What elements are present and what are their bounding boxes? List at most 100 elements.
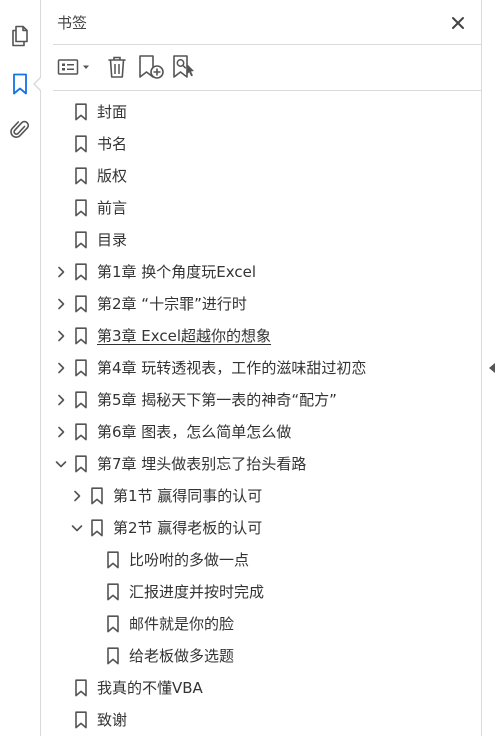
- bookmark-row[interactable]: 比吩咐的多做一点: [41, 544, 502, 576]
- toggle-spacer: [85, 648, 101, 664]
- options-list-icon: [57, 59, 89, 75]
- bookmark-label: 第2章 “十宗罪”进行时: [97, 295, 247, 313]
- active-pointer: [33, 76, 42, 92]
- delete-button[interactable]: [105, 54, 129, 80]
- collapse-panel-button[interactable]: [482, 0, 502, 736]
- bookmark-icon: [73, 263, 89, 281]
- triangle-left-icon: [489, 363, 495, 373]
- bookmark-label: 第3章 Excel超越你的想象: [97, 327, 272, 345]
- panel-title: 书签: [57, 14, 88, 32]
- bookmark-label: 目录: [97, 231, 128, 249]
- bookmark-icon: [73, 167, 89, 185]
- toolbar-divider: [53, 90, 481, 91]
- panel-header: 书签: [57, 12, 469, 34]
- bookmark-row[interactable]: 第7章 埋头做表别忘了抬头看路: [41, 448, 493, 480]
- options-button[interactable]: [57, 54, 93, 80]
- bookmark-label: 致谢: [97, 711, 128, 729]
- bookmark-icon: [73, 327, 89, 345]
- bookmark-row[interactable]: 我真的不懂VBA: [41, 672, 493, 704]
- toggle-spacer: [85, 584, 101, 600]
- bookmark-label: 第5章 揭秘天下第一表的神奇“配方”: [97, 391, 337, 409]
- bookmark-icon: [73, 391, 89, 409]
- pages-button[interactable]: [0, 18, 40, 54]
- bookmark-label: 版权: [97, 167, 128, 185]
- bookmarks-toolbar: [53, 50, 481, 84]
- bookmark-label: 第2节 赢得老板的认可: [113, 519, 263, 537]
- toggle-spacer: [85, 616, 101, 632]
- bookmark-label: 第6章 图表，怎么简单怎么做: [97, 423, 292, 441]
- bookmark-icon: [73, 711, 89, 729]
- bookmark-row[interactable]: 第2节 赢得老板的认可: [41, 512, 502, 544]
- bookmark-label: 前言: [97, 199, 128, 217]
- close-button[interactable]: [447, 12, 469, 34]
- bookmark-row[interactable]: 给老板做多选题: [41, 640, 502, 672]
- bookmark-icon: [13, 73, 27, 95]
- attachment-icon: [10, 120, 29, 138]
- bookmark-label: 我真的不懂VBA: [97, 679, 203, 697]
- bookmark-label: 给老板做多选题: [129, 647, 235, 665]
- toggle-spacer: [53, 200, 69, 216]
- bookmark-row[interactable]: 邮件就是你的脸: [41, 608, 502, 640]
- bookmark-icon: [73, 135, 89, 153]
- bookmark-icon: [73, 295, 89, 313]
- chevron-right-icon[interactable]: [53, 328, 69, 344]
- chevron-right-icon[interactable]: [69, 488, 85, 504]
- header-divider: [53, 44, 481, 45]
- bookmark-label: 比吩咐的多做一点: [129, 551, 250, 569]
- toggle-spacer: [53, 104, 69, 120]
- trash-icon: [108, 56, 126, 78]
- bookmark-icon: [89, 487, 105, 505]
- bookmark-icon: [89, 519, 105, 537]
- toggle-spacer: [53, 136, 69, 152]
- toggle-spacer: [53, 232, 69, 248]
- bookmark-row[interactable]: 第3章 Excel超越你的想象: [41, 320, 493, 352]
- bookmark-row[interactable]: 前言: [41, 192, 493, 224]
- new-bookmark-button[interactable]: [137, 54, 165, 80]
- bookmark-row[interactable]: 第2章 “十宗罪”进行时: [41, 288, 493, 320]
- bookmark-label: 封面: [97, 103, 128, 121]
- bookmark-row[interactable]: 封面: [41, 96, 493, 128]
- bookmark-icon: [73, 679, 89, 697]
- chevron-right-icon[interactable]: [53, 424, 69, 440]
- bookmark-row[interactable]: 版权: [41, 160, 493, 192]
- bookmark-row[interactable]: 第6章 图表，怎么简单怎么做: [41, 416, 493, 448]
- close-icon: [452, 17, 464, 29]
- bookmark-row[interactable]: 第1节 赢得同事的认可: [41, 480, 502, 512]
- chevron-right-icon[interactable]: [53, 392, 69, 408]
- bookmark-row[interactable]: 第1章 换个角度玩Excel: [41, 256, 493, 288]
- bookmark-row[interactable]: 目录: [41, 224, 493, 256]
- chevron-down-icon[interactable]: [53, 456, 69, 472]
- bookmark-icon: [105, 583, 121, 601]
- attachments-button[interactable]: [0, 112, 40, 148]
- bookmark-icon: [73, 455, 89, 473]
- bookmark-label: 第7章 埋头做表别忘了抬头看路: [97, 455, 307, 473]
- toggle-spacer: [53, 712, 69, 728]
- new-bookmark-icon: [139, 55, 164, 79]
- toggle-spacer: [53, 680, 69, 696]
- bookmark-icon: [73, 423, 89, 441]
- pages-icon: [12, 25, 28, 47]
- chevron-right-icon[interactable]: [53, 360, 69, 376]
- bookmark-label: 第1节 赢得同事的认可: [113, 487, 263, 505]
- bookmark-label: 汇报进度并按时完成: [129, 583, 265, 601]
- bookmark-label: 邮件就是你的脸: [129, 615, 235, 633]
- bookmark-icon: [73, 359, 89, 377]
- bookmark-icon: [105, 647, 121, 665]
- bookmark-row[interactable]: 书名: [41, 128, 493, 160]
- bookmark-row[interactable]: 第5章 揭秘天下第一表的神奇“配方”: [41, 384, 493, 416]
- bookmark-row[interactable]: 第4章 玩转透视表，工作的滋味甜过初恋: [41, 352, 493, 384]
- bookmark-label: 书名: [97, 135, 128, 153]
- bookmark-icon: [73, 103, 89, 121]
- bookmark-icon: [105, 615, 121, 633]
- chevron-right-icon[interactable]: [53, 296, 69, 312]
- toggle-spacer: [53, 168, 69, 184]
- chevron-right-icon[interactable]: [53, 264, 69, 280]
- bookmark-row[interactable]: 致谢: [41, 704, 493, 736]
- find-bookmark-button[interactable]: [171, 54, 199, 80]
- bookmark-icon: [73, 231, 89, 249]
- chevron-down-icon[interactable]: [69, 520, 85, 536]
- navigation-rail: [0, 0, 42, 736]
- bookmark-label: 第1章 换个角度玩Excel: [97, 263, 257, 281]
- toggle-spacer: [85, 552, 101, 568]
- bookmark-row[interactable]: 汇报进度并按时完成: [41, 576, 502, 608]
